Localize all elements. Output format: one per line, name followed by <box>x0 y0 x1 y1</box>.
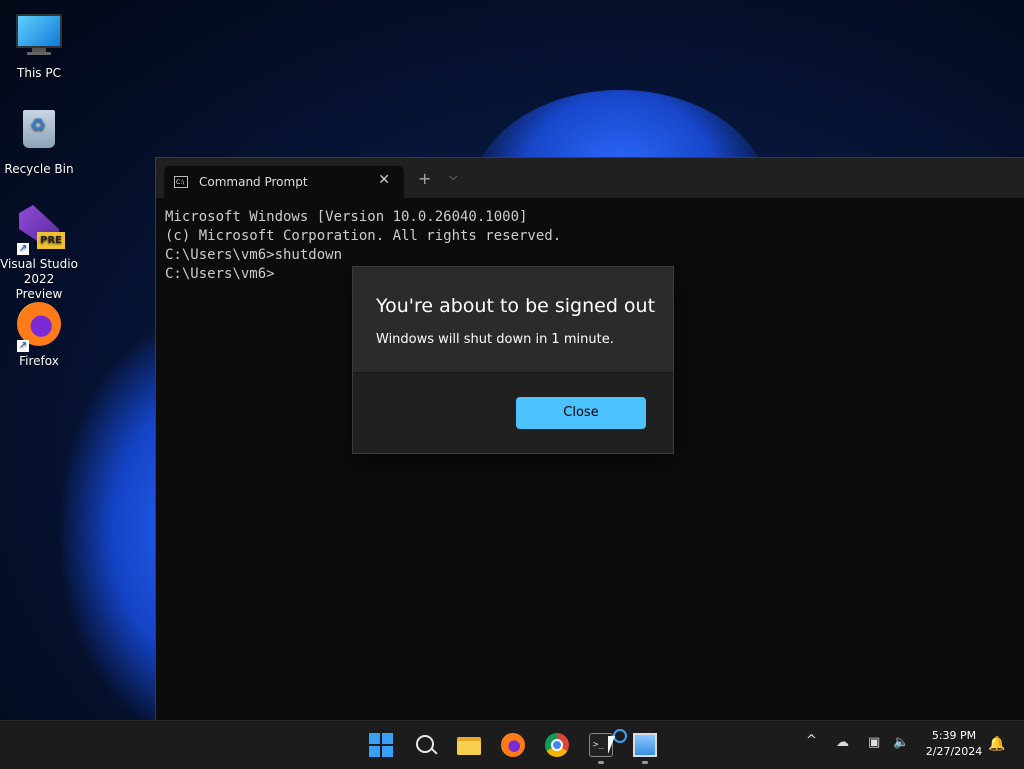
clock-time: 5:39 PM <box>931 729 977 742</box>
loading-ring-icon <box>613 729 627 743</box>
desktop-icon-recycle-bin[interactable]: Recycle Bin <box>0 106 78 177</box>
desktop-icon-this-pc[interactable]: This PC <box>0 10 78 81</box>
console-line: C:\Users\vm6>shutdown <box>165 247 343 263</box>
desktop-icon-label: Visual Studio <box>0 257 78 271</box>
shortcut-arrow-icon: ↗ <box>17 340 29 352</box>
taskbar: >_ ^ ☁ ▣ 🔈 5:39 PM 2/27/2024 🔔 <box>0 720 1024 769</box>
sign-out-dialog: You're about to be signed out Windows wi… <box>352 266 674 454</box>
terminal-titlebar[interactable]: C:\ Command Prompt ✕ + ⌵ <box>156 158 1024 198</box>
dialog-title: You're about to be signed out <box>376 295 656 317</box>
desktop-icon-label: Recycle Bin <box>4 162 74 176</box>
dialog-message: Windows will shut down in 1 minute. <box>376 332 614 347</box>
desktop-icon-visual-studio[interactable]: PRE ↗ Visual Studio 2022 Preview <box>0 203 78 302</box>
command-prompt-icon: C:\ <box>174 176 188 188</box>
shortcut-arrow-icon: ↗ <box>17 243 29 255</box>
volume-muted-icon[interactable]: 🔈 <box>893 735 909 750</box>
new-tab-button[interactable]: + <box>418 169 431 188</box>
search-icon[interactable] <box>414 733 438 757</box>
tab-command-prompt[interactable]: C:\ Command Prompt ✕ <box>164 166 404 198</box>
tab-label: Command Prompt <box>199 175 308 189</box>
start-button[interactable] <box>369 733 393 757</box>
desktop-icon-firefox[interactable]: ↗ Firefox <box>0 300 78 369</box>
show-hidden-icons-chevron[interactable]: ^ <box>806 733 817 748</box>
dialog-footer: Close <box>353 372 673 453</box>
close-tab-icon[interactable]: ✕ <box>378 172 390 188</box>
console-line: Microsoft Windows [Version 10.0.26040.10… <box>165 209 528 225</box>
onedrive-offline-icon[interactable]: ☁ <box>836 735 849 750</box>
firefox-taskbar-icon[interactable] <box>501 733 525 757</box>
monitor-icon <box>15 14 63 62</box>
notification-bell-icon[interactable]: 🔔 <box>988 736 1005 752</box>
running-indicator <box>642 761 648 764</box>
visual-studio-icon: PRE ↗ <box>15 205 65 255</box>
clock-date: 2/27/2024 <box>925 745 983 758</box>
firefox-icon: ↗ <box>15 302 63 352</box>
recycle-bin-icon <box>15 110 63 158</box>
app-window-icon[interactable] <box>633 733 657 757</box>
console-line: (c) Microsoft Corporation. All rights re… <box>165 228 562 244</box>
desktop-icon-label: 2022 Preview <box>15 272 63 301</box>
network-icon[interactable]: ▣ <box>868 735 880 750</box>
desktop-icon-label: This PC <box>17 66 61 80</box>
desktop-icon-label: Firefox <box>19 354 59 368</box>
mouse-cursor-icon <box>608 736 615 754</box>
file-explorer-icon[interactable] <box>457 733 481 757</box>
system-clock[interactable]: 5:39 PM 2/27/2024 <box>918 728 990 760</box>
close-button[interactable]: Close <box>516 397 646 429</box>
running-indicator <box>598 761 604 764</box>
chevron-down-icon[interactable]: ⌵ <box>449 170 457 184</box>
chrome-icon[interactable] <box>545 733 569 757</box>
